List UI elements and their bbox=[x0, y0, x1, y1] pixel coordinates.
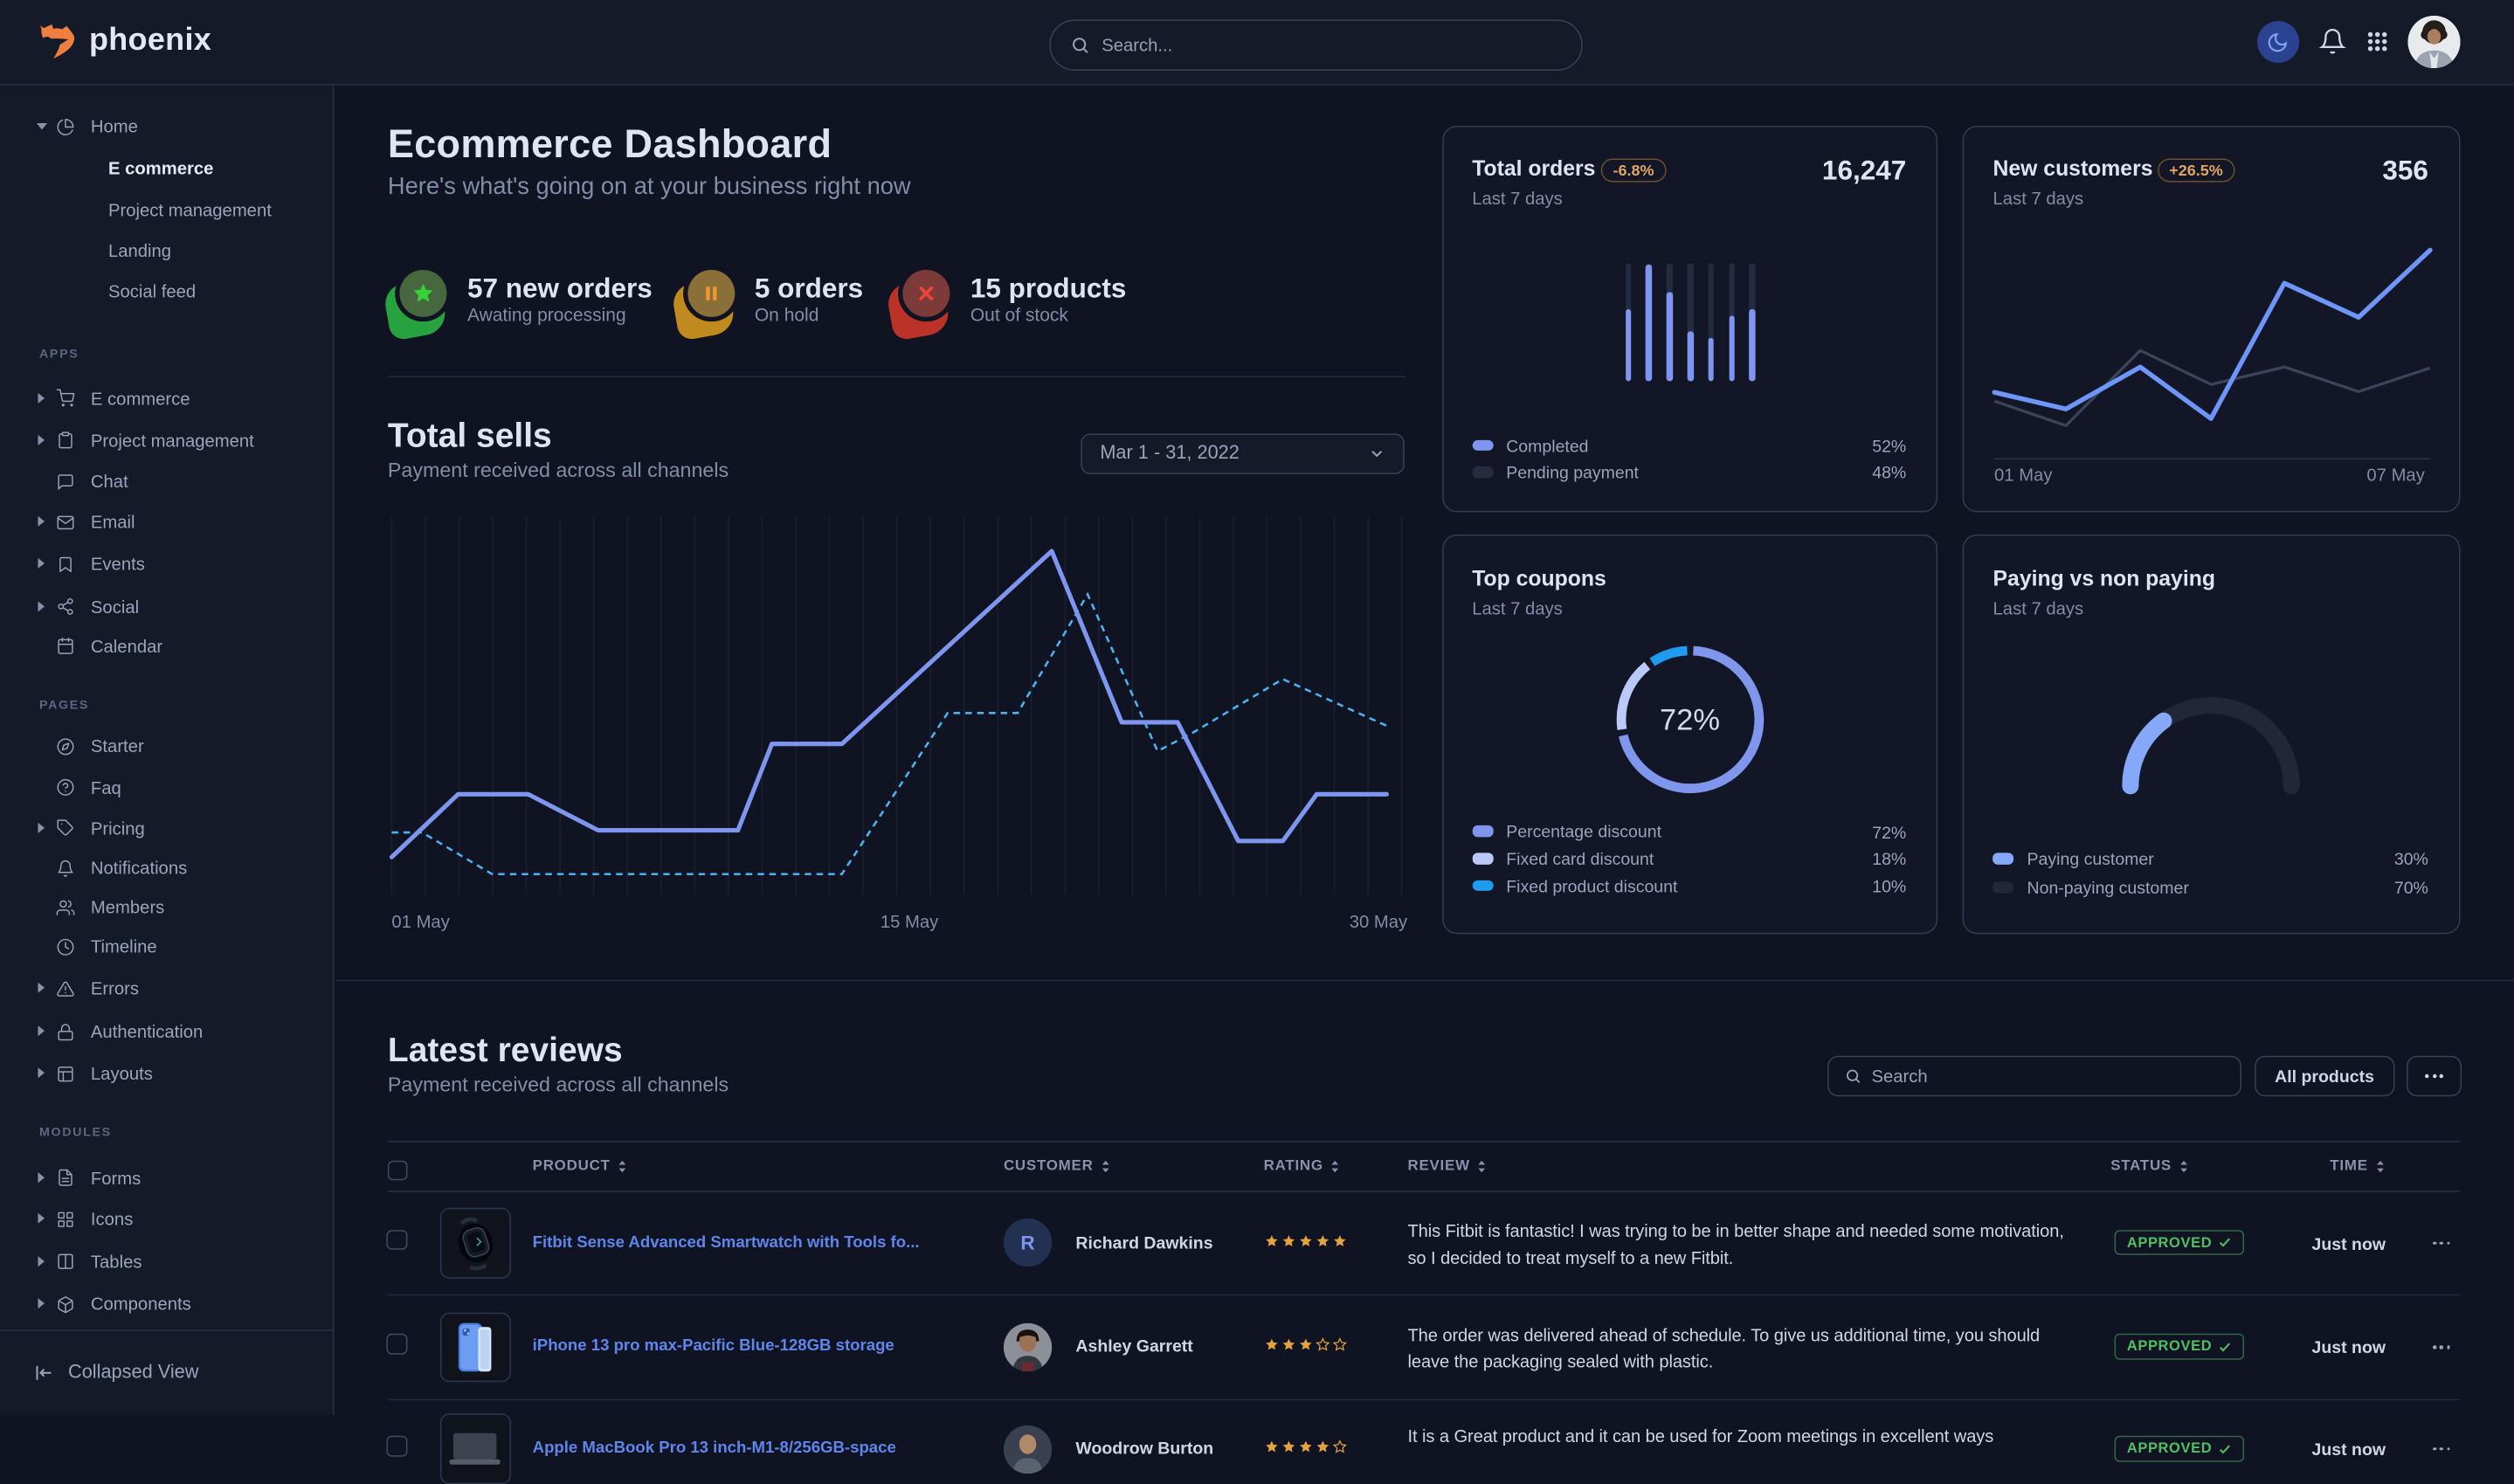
svg-text:R: R bbox=[1021, 1232, 1035, 1254]
